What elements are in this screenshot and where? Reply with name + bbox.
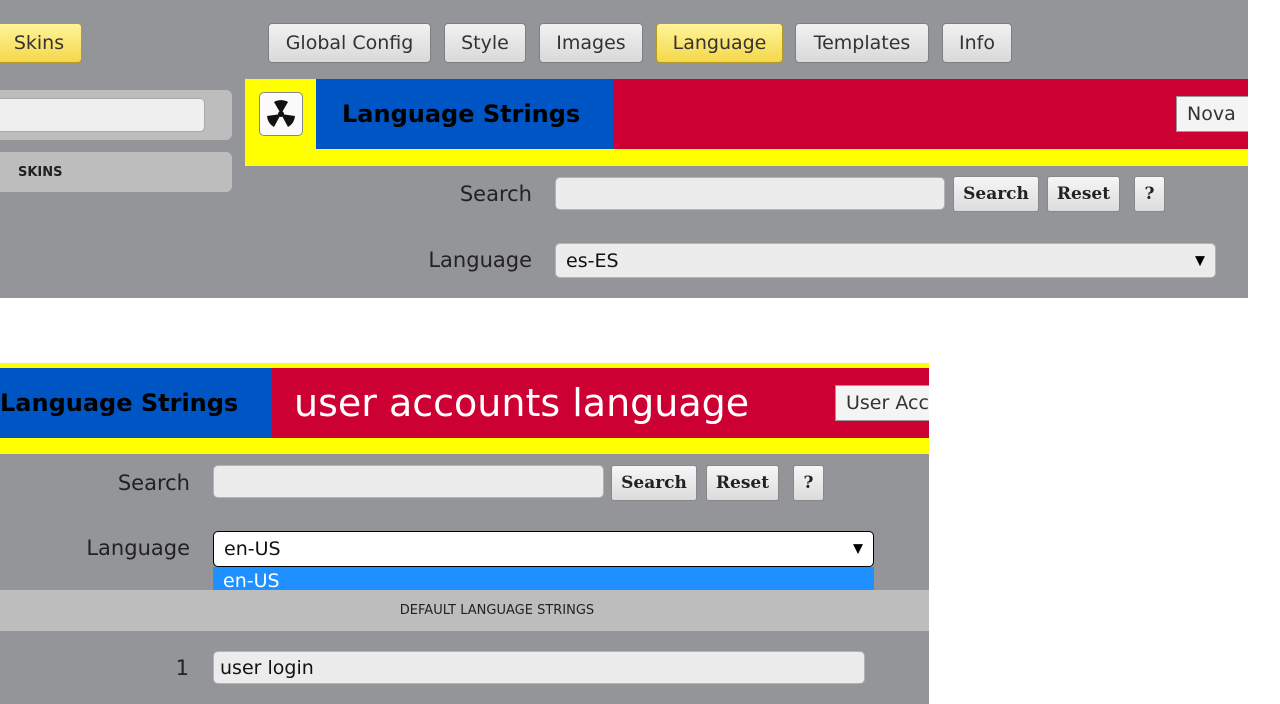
caret-down-icon: ▼ [1195,253,1205,268]
skin-select-button[interactable]: User Acco [835,385,929,421]
tab-global-config[interactable]: Global Config [268,23,431,63]
search-button[interactable]: Search [611,465,697,501]
language-select-value: es-ES [566,249,619,272]
skin-select-button[interactable]: Nova [1176,96,1248,132]
page-subtitle: user accounts language [272,368,929,438]
sidebar-search-input[interactable] [0,98,205,132]
top-panel: Skins Global Config Style Images Languag… [0,0,1248,298]
header-red-band [614,79,1248,149]
tab-skins[interactable]: Skins [0,23,82,63]
language-string-input[interactable]: user login [213,651,865,684]
search-input[interactable] [555,177,945,210]
bottom-panel: Language Strings user accounts language … [0,363,929,704]
sidebar-search-box [0,90,232,140]
tab-language[interactable]: Language [656,23,783,63]
tab-images[interactable]: Images [539,23,643,63]
page-title: Language Strings [316,79,614,149]
reset-button[interactable]: Reset [1047,176,1120,212]
help-button[interactable]: ? [793,465,824,501]
help-button[interactable]: ? [1134,176,1165,212]
language-label: Language [428,248,532,272]
search-label: Search [117,471,190,495]
search-input[interactable] [213,465,604,498]
hazard-button[interactable] [259,92,303,136]
language-label: Language [86,536,190,560]
row-number: 1 [175,656,189,680]
language-select[interactable]: en-US ▼ [213,531,874,567]
sidebar-item-skins[interactable]: SKINS [0,152,232,192]
section-header: DEFAULT LANGUAGE STRINGS [0,590,929,631]
tab-info[interactable]: Info [942,23,1012,63]
tab-style[interactable]: Style [444,23,526,63]
reset-button[interactable]: Reset [706,465,779,501]
language-select-value: en-US [224,538,281,560]
page-title: Language Strings [0,368,272,438]
tab-templates[interactable]: Templates [795,23,929,63]
search-label: Search [459,182,532,206]
language-select[interactable]: es-ES ▼ [555,243,1216,278]
radiation-icon [267,100,295,127]
caret-down-icon: ▼ [853,541,863,557]
search-button[interactable]: Search [953,176,1039,212]
